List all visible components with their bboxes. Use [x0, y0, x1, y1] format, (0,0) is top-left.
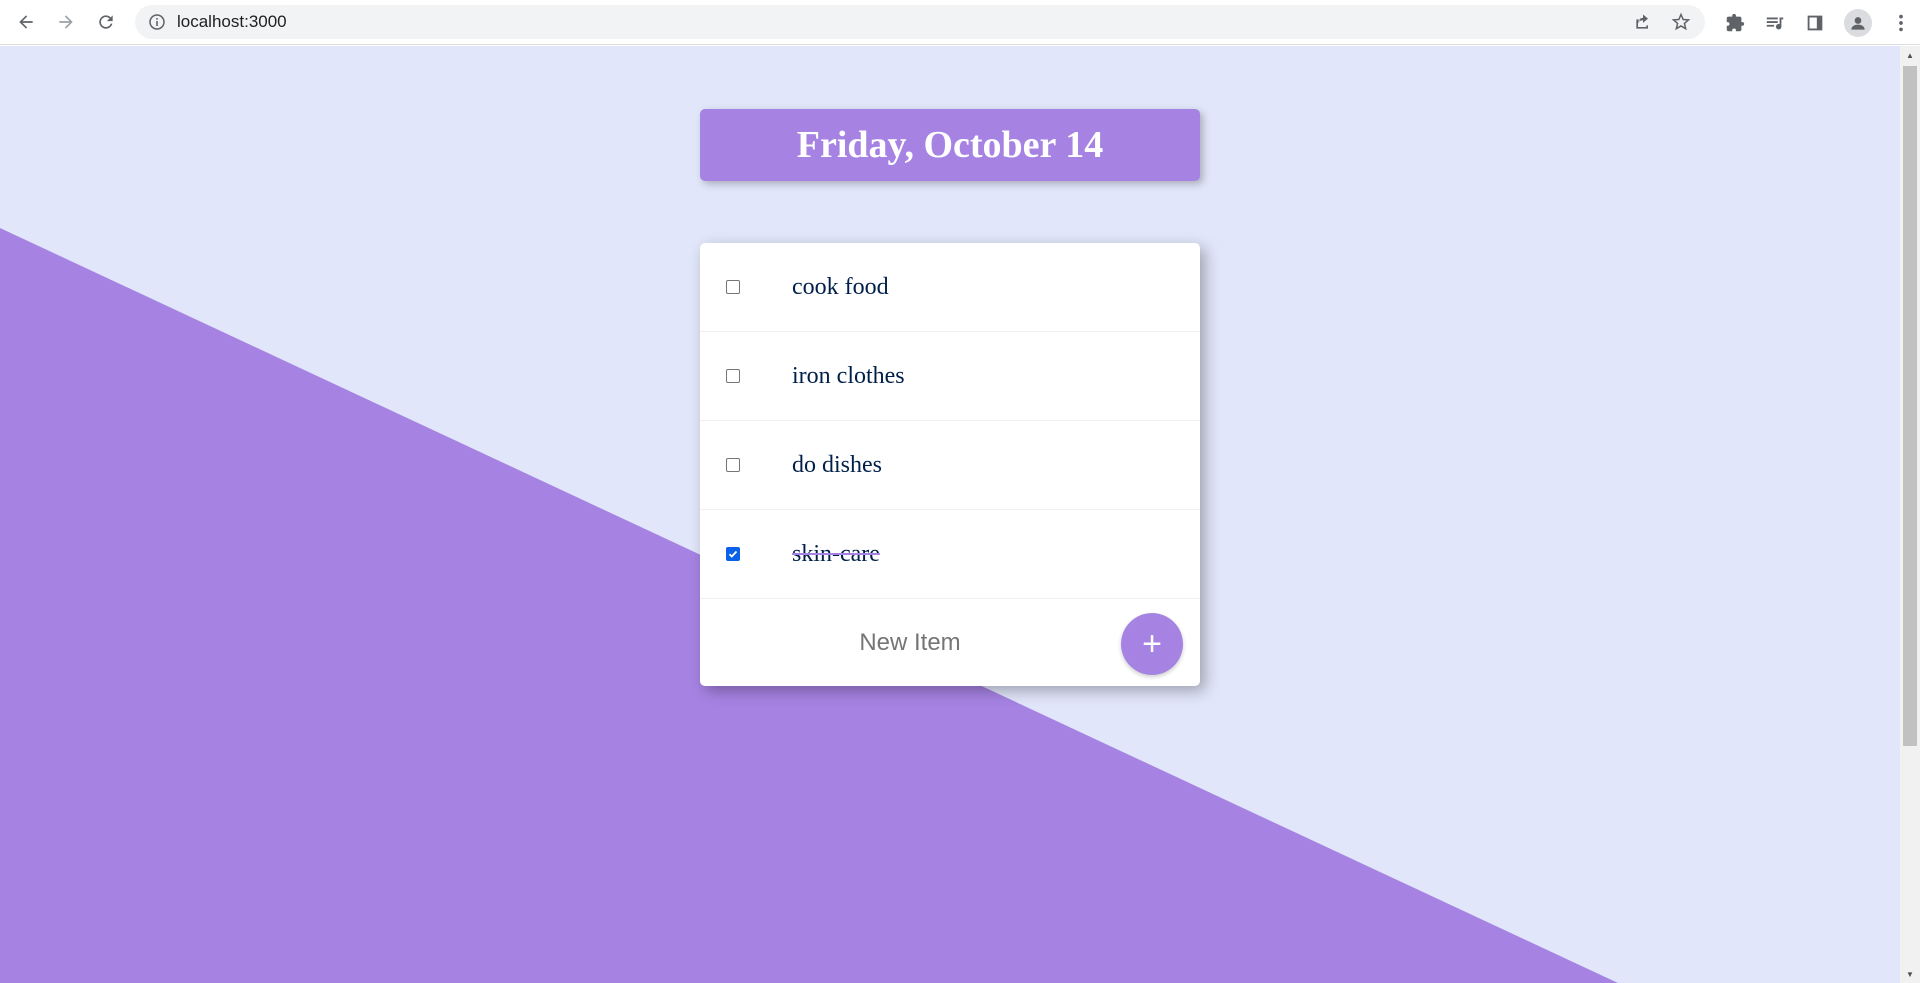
extensions-icon[interactable]: [1724, 12, 1746, 34]
list-item[interactable]: cook food: [700, 243, 1200, 332]
item-label: cook food: [792, 273, 889, 300]
item-label: do dishes: [792, 451, 882, 478]
arrow-right-icon: [59, 15, 73, 29]
browser-toolbar: localhost:3000: [0, 0, 1920, 45]
person-icon: [1851, 16, 1865, 30]
side-panel-icon[interactable]: [1804, 12, 1826, 34]
url-text: localhost:3000: [177, 12, 287, 31]
item-checkbox[interactable]: [726, 369, 740, 383]
todo-list-card: cook food iron clothes do dishes skin-ca…: [700, 243, 1200, 687]
scroll-up-arrow[interactable]: ▲: [1903, 48, 1917, 62]
arrow-left-icon: [19, 15, 33, 29]
reload-icon: [99, 15, 113, 29]
new-item-form: +: [700, 599, 1200, 687]
profile-avatar[interactable]: [1844, 8, 1872, 37]
add-item-button[interactable]: +: [1121, 613, 1183, 675]
item-checkbox[interactable]: [726, 280, 740, 294]
check-icon: [728, 550, 738, 558]
date-header: Friday, October 14: [700, 109, 1200, 181]
forward-button[interactable]: [46, 2, 86, 42]
item-label: skin-care: [792, 540, 880, 567]
info-icon: [149, 14, 165, 30]
item-checkbox-checked[interactable]: [726, 547, 740, 561]
more-vertical-icon[interactable]: [1890, 12, 1912, 34]
media-icon[interactable]: [1764, 12, 1786, 34]
reload-button[interactable]: [86, 2, 126, 42]
scrollbar-thumb[interactable]: [1903, 66, 1917, 746]
new-item-input[interactable]: [700, 599, 1120, 687]
star-icon[interactable]: [1671, 12, 1691, 32]
back-button[interactable]: [6, 2, 46, 42]
share-icon[interactable]: [1633, 12, 1653, 32]
scroll-down-arrow[interactable]: ▼: [1903, 967, 1917, 981]
item-label: iron clothes: [792, 362, 905, 389]
list-item[interactable]: skin-care: [700, 510, 1200, 599]
list-item[interactable]: iron clothes: [700, 332, 1200, 421]
list-item[interactable]: do dishes: [700, 421, 1200, 510]
page-title: Friday, October 14: [796, 124, 1104, 166]
page-viewport: Friday, October 14 cook food iron clothe…: [0, 46, 1900, 983]
item-checkbox[interactable]: [726, 458, 740, 472]
address-bar[interactable]: localhost:3000: [135, 5, 1705, 39]
